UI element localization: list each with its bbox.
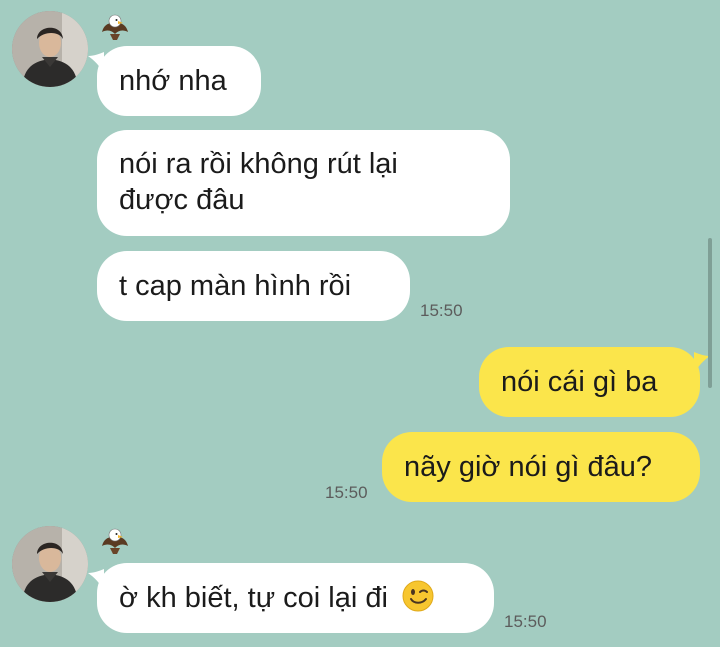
eagle-sticker-icon: [98, 524, 132, 558]
message-bubble[interactable]: nói cái gì ba: [479, 347, 700, 417]
message-text: nãy giờ nói gì đâu?: [404, 451, 652, 483]
message-bubble[interactable]: ờ kh biết, tự coi lại đi: [97, 563, 494, 633]
message-timestamp: 15:50: [325, 483, 368, 502]
message-bubble[interactable]: nói ra rồi không rút lại được đâu: [97, 130, 510, 236]
message-bubble[interactable]: t cap màn hình rồi: [97, 251, 410, 321]
message-bubble[interactable]: nhớ nha: [97, 46, 261, 116]
message-text: t cap màn hình rồi: [119, 270, 352, 302]
message-text-line: được đâu: [119, 184, 245, 216]
bubble-tail: [88, 52, 104, 74]
scrollbar[interactable]: [708, 238, 712, 388]
message-text-line: nói ra rồi không rút lại: [119, 148, 398, 180]
message-timestamp: 15:50: [420, 301, 463, 320]
contact-avatar[interactable]: [12, 11, 88, 87]
message-text: nhớ nha: [119, 65, 227, 97]
wink-emoji-icon: [402, 580, 434, 612]
message-text: ờ kh biết, tự coi lại đi: [119, 582, 388, 614]
bubble-tail: [88, 569, 104, 591]
message-bubble[interactable]: nãy giờ nói gì đâu?: [382, 432, 700, 502]
eagle-sticker-icon: [98, 10, 132, 44]
message-timestamp: 15:50: [504, 612, 547, 631]
contact-avatar[interactable]: [12, 526, 88, 602]
message-text: nói cái gì ba: [501, 366, 658, 398]
